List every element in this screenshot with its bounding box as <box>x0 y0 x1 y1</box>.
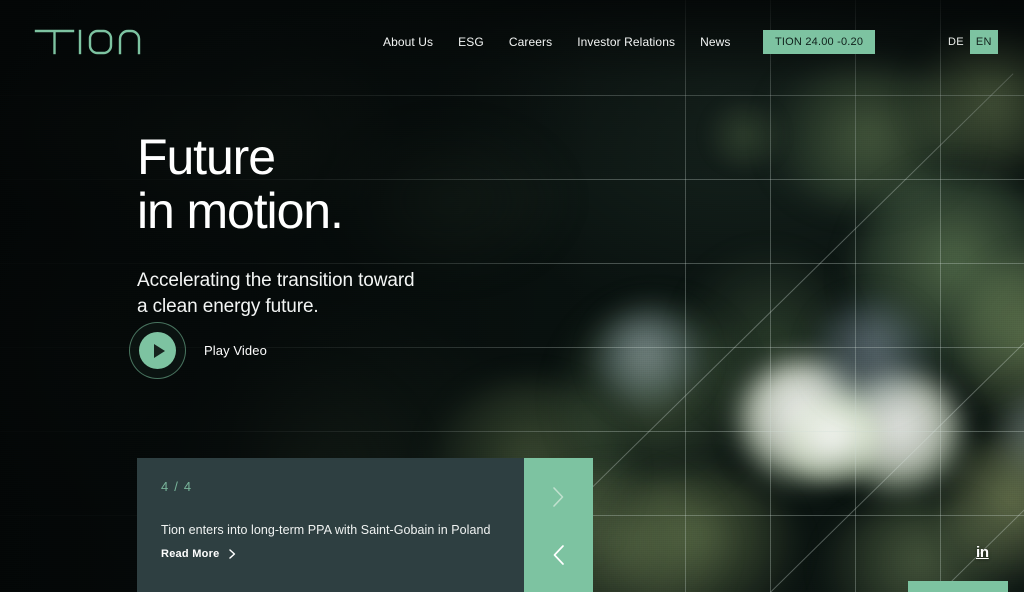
chevron-right-icon <box>553 487 564 507</box>
chevron-left-icon <box>553 545 564 565</box>
nav-item-careers[interactable]: Careers <box>509 34 552 50</box>
read-more-label: Read More <box>161 548 220 560</box>
hero-subheadline: Accelerating the transition toward a cle… <box>137 268 415 320</box>
language-switcher: DE EN <box>942 30 998 54</box>
hero-headline-line-1: Future <box>137 129 276 185</box>
news-card-navigation <box>524 458 593 592</box>
play-video-label: Play Video <box>204 343 267 358</box>
hero-subheadline-line-1: Accelerating the transition toward <box>137 270 415 291</box>
hero-headline: Future in motion. <box>137 130 415 238</box>
logo-tion-icon <box>34 29 141 55</box>
play-button-circle <box>139 332 176 369</box>
stock-ticker[interactable]: TION 24.00 -0.20 <box>763 30 876 54</box>
site-header: About Us ESG Careers Investor Relations … <box>0 0 1024 84</box>
language-option-de[interactable]: DE <box>942 30 970 54</box>
stock-ticker-value: TION 24.00 -0.20 <box>775 36 864 48</box>
page-root: About Us ESG Careers Investor Relations … <box>0 0 1024 592</box>
carousel-next-button[interactable] <box>544 482 574 512</box>
news-card-title: Tion enters into long-term PPA with Sain… <box>161 523 491 537</box>
chevron-right-icon <box>228 549 235 559</box>
nav-item-investor-relations[interactable]: Investor Relations <box>577 34 675 50</box>
news-card-counter: 4 / 4 <box>161 479 193 494</box>
news-carousel-card: 4 / 4 Tion enters into long-term PPA wit… <box>137 458 593 592</box>
news-card-body: 4 / 4 Tion enters into long-term PPA wit… <box>137 458 524 592</box>
play-video-button[interactable]: Play Video <box>129 322 267 379</box>
play-triangle-icon <box>153 343 165 358</box>
carousel-prev-button[interactable] <box>544 540 574 570</box>
language-option-en[interactable]: EN <box>969 30 998 54</box>
nav-item-about-us[interactable]: About Us <box>383 34 433 50</box>
read-more-link[interactable]: Read More <box>161 548 236 560</box>
play-button-ring <box>129 322 186 379</box>
linkedin-icon[interactable]: in <box>976 545 989 561</box>
nav-item-news[interactable]: News <box>700 34 730 50</box>
logo-tion[interactable] <box>33 22 145 58</box>
bottom-accent-bar <box>908 581 1008 592</box>
hero-headline-line-2: in motion. <box>137 183 344 239</box>
nav-item-esg[interactable]: ESG <box>458 34 484 50</box>
hero-subheadline-line-2: a clean energy future. <box>137 296 319 317</box>
hero-section: Future in motion. Accelerating the trans… <box>137 130 415 320</box>
main-navigation: About Us ESG Careers Investor Relations … <box>383 34 730 50</box>
